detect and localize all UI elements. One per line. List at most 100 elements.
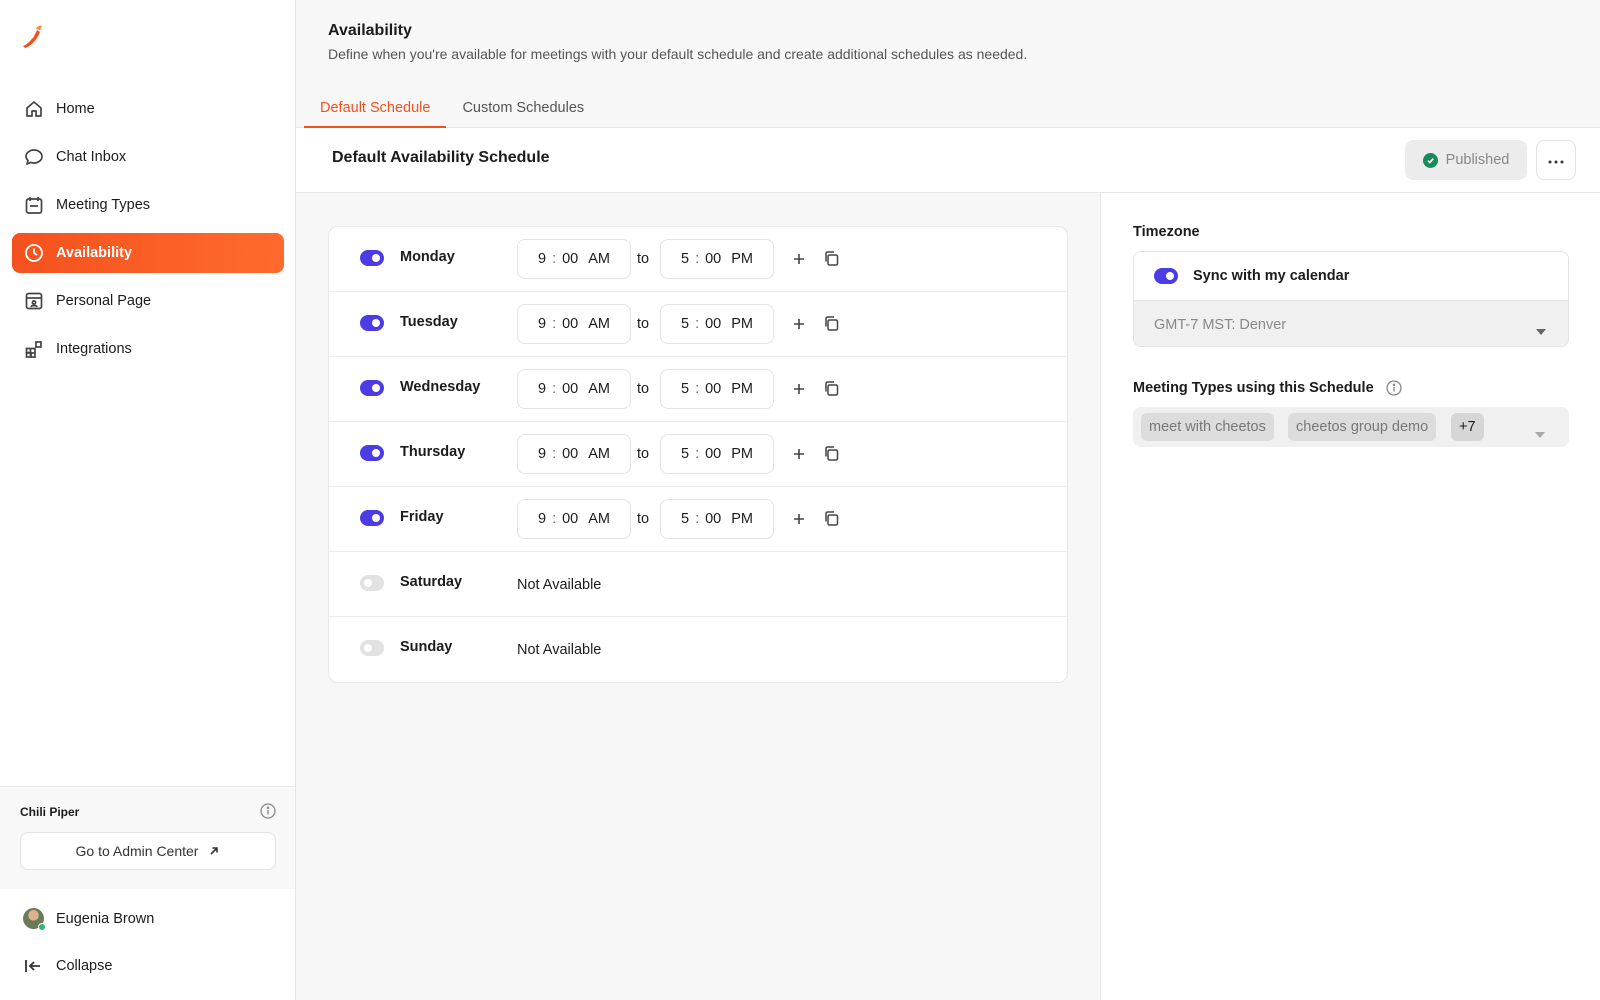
toggle-knob: [372, 514, 380, 522]
time-colon: :: [695, 446, 700, 462]
more-options-button[interactable]: [1536, 140, 1576, 180]
published-label: Published: [1445, 152, 1510, 168]
timezone-card: Sync with my calendar GMT-7 MST: Denver: [1133, 251, 1569, 347]
tab-default-schedule[interactable]: Default Schedule: [304, 88, 447, 128]
calendar-icon: [23, 194, 45, 216]
toggle-knob: [372, 319, 380, 327]
add-interval-plus-icon[interactable]: [791, 381, 807, 397]
end-time-input[interactable]: 5:00 PM: [660, 239, 774, 279]
start-time-input[interactable]: 9:00 AM: [517, 434, 631, 474]
more-meeting-types-badge: +7: [1451, 413, 1484, 441]
day-toggle[interactable]: [360, 575, 384, 591]
sidebar-item-home[interactable]: Home: [12, 89, 284, 129]
start-time-input[interactable]: 9:00 AM: [517, 239, 631, 279]
copy-times-icon[interactable]: [823, 315, 840, 332]
copy-times-icon[interactable]: [823, 250, 840, 267]
start-minute: 00: [562, 251, 579, 267]
start-time-input[interactable]: 9:00 AM: [517, 304, 631, 344]
not-available-label: Not Available: [517, 577, 602, 593]
meeting-type-chip: meet with cheetos: [1141, 413, 1274, 441]
sidebar-item-integrations[interactable]: Integrations: [12, 329, 284, 369]
add-interval-plus-icon[interactable]: [791, 511, 807, 527]
start-time-input[interactable]: 9:00 AM: [517, 369, 631, 409]
day-row-sunday: Sunday Not Available: [329, 617, 1067, 682]
end-ampm: PM: [731, 251, 753, 267]
sidebar-nav: Home Chat Inbox Meeting Types Availabili…: [12, 89, 284, 377]
timezone-select[interactable]: GMT-7 MST: Denver: [1134, 300, 1568, 346]
end-hour: 5: [681, 381, 690, 397]
timezone-label: Timezone: [1133, 224, 1200, 240]
end-minute: 00: [705, 316, 722, 332]
admin-button-label: Go to Admin Center: [75, 843, 199, 859]
add-interval-plus-icon[interactable]: [791, 251, 807, 267]
start-hour: 9: [538, 381, 547, 397]
day-toggle[interactable]: [360, 510, 384, 526]
copy-times-icon[interactable]: [823, 380, 840, 397]
info-icon[interactable]: [1385, 380, 1402, 396]
to-label: to: [637, 251, 650, 267]
to-label: to: [637, 316, 650, 332]
end-hour: 5: [681, 251, 690, 267]
start-ampm: AM: [588, 511, 610, 527]
day-name: Sunday: [400, 639, 453, 655]
start-time-input[interactable]: 9:00 AM: [517, 499, 631, 539]
end-time-input[interactable]: 5:00 PM: [660, 369, 774, 409]
sidebar: Home Chat Inbox Meeting Types Availabili…: [0, 0, 296, 1000]
start-hour: 9: [538, 511, 547, 527]
collapse-button[interactable]: Collapse: [23, 956, 112, 976]
day-toggle[interactable]: [360, 380, 384, 396]
day-toggle[interactable]: [360, 315, 384, 331]
start-ampm: AM: [588, 251, 610, 267]
end-ampm: PM: [731, 511, 753, 527]
time-colon: :: [552, 381, 557, 397]
sidebar-item-label: Home: [56, 101, 95, 117]
user-profile[interactable]: Eugenia Brown: [23, 908, 154, 931]
integrations-grid-icon: [23, 338, 45, 360]
caret-down-icon: [1535, 425, 1545, 443]
end-ampm: PM: [731, 381, 753, 397]
chili-piper-logo-icon[interactable]: [20, 22, 46, 50]
day-toggle[interactable]: [360, 640, 384, 656]
sidebar-item-chat-inbox[interactable]: Chat Inbox: [12, 137, 284, 177]
sidebar-item-personal-page[interactable]: Personal Page: [12, 281, 284, 321]
sidebar-item-label: Personal Page: [56, 293, 152, 309]
end-time-input[interactable]: 5:00 PM: [660, 434, 774, 474]
end-ampm: PM: [731, 316, 753, 332]
main-content: Availability Define when you're availabl…: [296, 0, 1600, 1000]
timezone-value: GMT-7 MST: Denver: [1154, 317, 1287, 333]
copy-times-icon[interactable]: [823, 445, 840, 462]
day-toggle[interactable]: [360, 250, 384, 266]
end-minute: 00: [705, 251, 722, 267]
add-interval-plus-icon[interactable]: [791, 446, 807, 462]
sync-calendar-toggle[interactable]: [1154, 268, 1178, 284]
weekly-hours-section: Monday 9:00 AM to 5:00 PM Tuesday 9:00 AM to 5:00 P…: [296, 193, 1100, 1000]
copy-times-icon[interactable]: [823, 510, 840, 527]
sidebar-item-availability[interactable]: Availability: [12, 233, 284, 273]
info-icon[interactable]: [260, 803, 276, 819]
published-status-button[interactable]: Published: [1405, 140, 1527, 180]
page-title: Availability: [328, 22, 412, 39]
day-toggle[interactable]: [360, 445, 384, 461]
time-colon: :: [695, 511, 700, 527]
collapse-arrow-icon: [23, 956, 45, 976]
toggle-knob: [364, 579, 372, 587]
sync-calendar-row: Sync with my calendar: [1134, 252, 1568, 300]
start-hour: 9: [538, 251, 547, 267]
day-row-saturday: Saturday Not Available: [329, 552, 1067, 617]
clock-icon: [23, 242, 45, 264]
go-to-admin-center-button[interactable]: Go to Admin Center: [20, 832, 276, 870]
sidebar-item-meeting-types[interactable]: Meeting Types: [12, 185, 284, 225]
add-interval-plus-icon[interactable]: [791, 316, 807, 332]
end-time-input[interactable]: 5:00 PM: [660, 304, 774, 344]
start-ampm: AM: [588, 381, 610, 397]
end-time-input[interactable]: 5:00 PM: [660, 499, 774, 539]
meeting-types-select[interactable]: meet with cheetos cheetos group demo +7: [1133, 407, 1569, 447]
chat-bubble-icon: [23, 146, 45, 168]
org-panel: Chili Piper Go to Admin Center: [0, 786, 295, 889]
profile-page-icon: [23, 290, 45, 312]
tab-custom-schedules[interactable]: Custom Schedules: [446, 88, 600, 128]
avatar: [23, 908, 46, 931]
caret-down-icon: [1536, 322, 1546, 340]
end-ampm: PM: [731, 446, 753, 462]
not-available-label: Not Available: [517, 642, 602, 658]
